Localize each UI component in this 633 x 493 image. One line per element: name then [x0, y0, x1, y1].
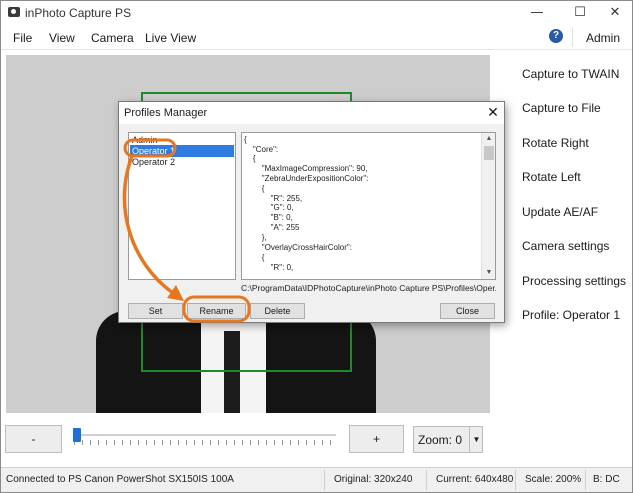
- b-status: B: DC: [593, 474, 620, 485]
- zoom-out-button[interactable]: -: [5, 425, 62, 453]
- title-bar: inPhoto Capture PS — ☐ ✕: [1, 1, 632, 25]
- json-line: "R": 255,: [244, 194, 303, 203]
- zoom-select[interactable]: Zoom: 0 ▼: [413, 426, 483, 453]
- rename-button[interactable]: Rename: [187, 303, 246, 319]
- scale-status: Scale: 200%: [525, 474, 582, 485]
- scroll-down-icon[interactable]: ▼: [482, 267, 495, 279]
- dialog-close-icon[interactable]: ✕: [485, 104, 501, 120]
- json-scrollbar[interactable]: ▲ ▼: [481, 133, 495, 279]
- maximize-button[interactable]: ☐: [563, 1, 597, 25]
- original-resolution: Original: 320x240: [334, 474, 413, 485]
- json-line: {: [244, 184, 265, 193]
- profile-button[interactable]: Profile: Operator 1: [522, 308, 620, 322]
- dialog-title-bar: Profiles Manager ✕: [119, 102, 504, 124]
- window-title: inPhoto Capture PS: [25, 6, 132, 20]
- json-line: "MaxImageCompression": 90,: [244, 164, 368, 173]
- chevron-down-icon[interactable]: ▼: [469, 427, 483, 452]
- menu-camera[interactable]: Camera: [91, 31, 134, 45]
- json-line: "B": 0,: [244, 213, 293, 222]
- close-window-button[interactable]: ✕: [598, 1, 632, 25]
- current-resolution: Current: 640x480: [436, 474, 514, 485]
- json-line: {: [244, 135, 247, 144]
- menu-separator: [572, 27, 573, 47]
- capture-to-twain-button[interactable]: Capture to TWAIN: [522, 67, 619, 81]
- profile-path: C:\ProgramData\IDPhotoCapture\inPhoto Ca…: [241, 283, 496, 293]
- profile-list[interactable]: Admin Operator 1 Operator 2: [128, 132, 236, 280]
- profiles-manager-dialog: Profiles Manager ✕ Admin Operator 1 Oper…: [118, 101, 505, 323]
- json-line: {: [244, 154, 256, 163]
- json-line: "OverlayCrossHairColor":: [244, 243, 352, 252]
- camera-settings-button[interactable]: Camera settings: [522, 239, 609, 253]
- zoom-in-button[interactable]: +: [349, 425, 404, 453]
- command-panel: Capture to TWAIN Capture to File Rotate …: [513, 55, 628, 335]
- help-icon[interactable]: ?: [549, 29, 563, 43]
- processing-settings-button[interactable]: Processing settings: [522, 274, 626, 288]
- rotate-right-button[interactable]: Rotate Right: [522, 136, 589, 150]
- set-button[interactable]: Set: [128, 303, 183, 319]
- capture-to-file-button[interactable]: Capture to File: [522, 101, 601, 115]
- zoom-slider-thumb[interactable]: [73, 428, 81, 442]
- camera-icon: [8, 7, 20, 17]
- json-line: {: [244, 253, 265, 262]
- json-line: "ZebraUnderExpositionColor":: [244, 174, 369, 183]
- delete-button[interactable]: Delete: [250, 303, 305, 319]
- scroll-up-icon[interactable]: ▲: [482, 133, 495, 145]
- update-ae-af-button[interactable]: Update AE/AF: [522, 205, 598, 219]
- zoom-slider-track[interactable]: [74, 434, 336, 436]
- zoom-value: Zoom: 0: [418, 433, 463, 447]
- scrollbar-thumb[interactable]: [484, 146, 494, 160]
- menu-live-view[interactable]: Live View: [145, 31, 196, 45]
- dialog-title: Profiles Manager: [124, 107, 208, 119]
- menu-bar: File View Camera Live View ? Admin: [1, 25, 632, 50]
- profile-json-editor[interactable]: { "Core": { "MaxImageCompression": 90, "…: [241, 132, 496, 280]
- menu-file[interactable]: File: [13, 31, 32, 45]
- dialog-close-button[interactable]: Close: [440, 303, 495, 319]
- menu-view[interactable]: View: [49, 31, 75, 45]
- json-line: "R": 0,: [244, 263, 294, 272]
- json-line: "G": 0,: [244, 203, 294, 212]
- json-line: },: [244, 233, 267, 242]
- rotate-left-button[interactable]: Rotate Left: [522, 170, 581, 184]
- json-line: "Core":: [244, 145, 279, 154]
- status-bar: Connected to PS Canon PowerShot SX150IS …: [1, 467, 632, 492]
- profile-item-operator-2[interactable]: Operator 2: [130, 156, 234, 168]
- minimize-button[interactable]: —: [520, 1, 554, 25]
- connection-status: Connected to PS Canon PowerShot SX150IS …: [6, 474, 234, 485]
- user-menu[interactable]: Admin: [586, 31, 620, 45]
- main-window: inPhoto Capture PS — ☐ ✕ File View Camer…: [0, 0, 633, 493]
- zoom-slider-ticks: [74, 440, 336, 445]
- json-line: "A": 255: [244, 223, 300, 232]
